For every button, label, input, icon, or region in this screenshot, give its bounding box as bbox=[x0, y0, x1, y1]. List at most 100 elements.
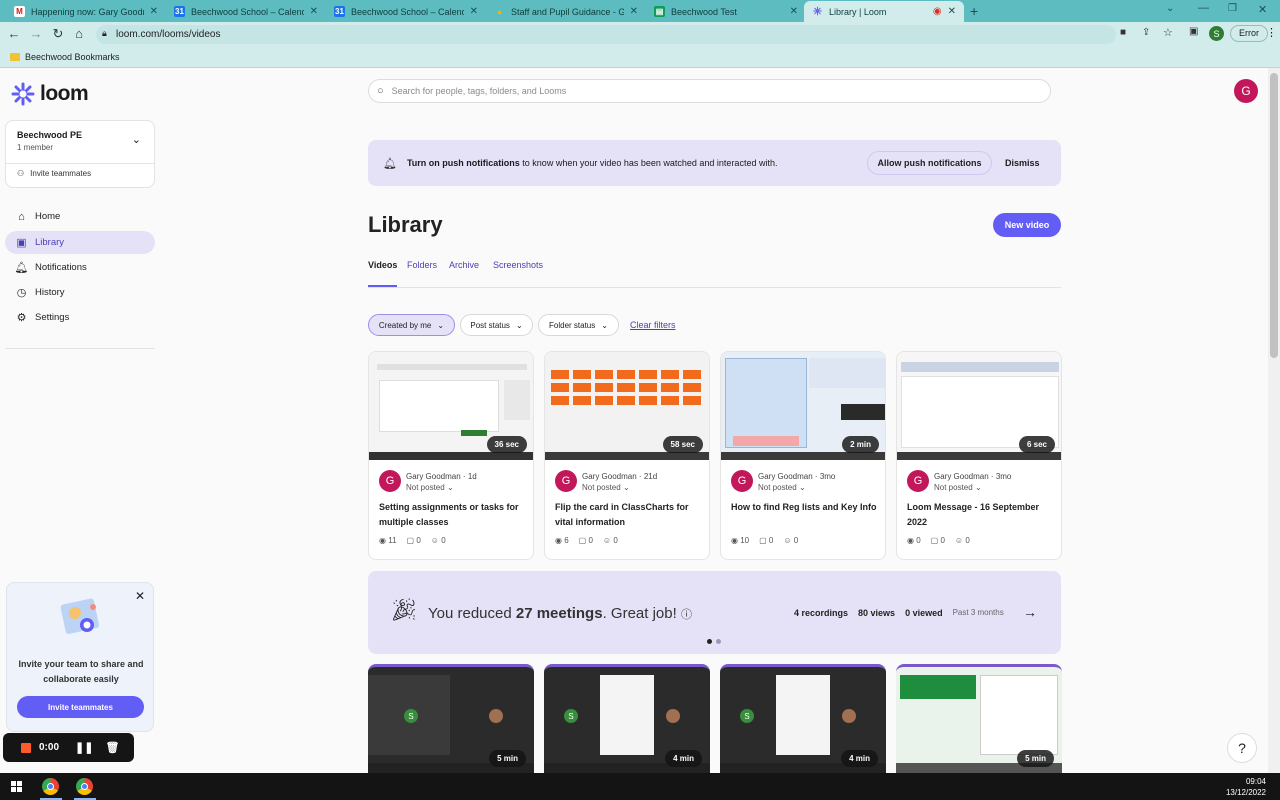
profile-avatar[interactable]: S bbox=[1209, 26, 1224, 41]
carousel-dot[interactable] bbox=[707, 639, 712, 644]
url-bar[interactable]: 🔒︎ loom.com/looms/videos bbox=[96, 25, 1116, 44]
forward-icon[interactable]: → bbox=[27, 26, 45, 41]
close-tab-icon[interactable]: ✕ bbox=[630, 6, 638, 17]
browser-tab[interactable]: 31 Beechwood School – Calendar ✕ bbox=[166, 1, 326, 22]
video-thumbnail[interactable]: 6 sec bbox=[897, 352, 1061, 460]
scrollbar-thumb[interactable] bbox=[1270, 73, 1278, 358]
close-window-icon[interactable]: ✕ bbox=[1258, 3, 1267, 16]
sidebar-item-home[interactable]: ⌂ Home bbox=[5, 205, 155, 228]
video-card[interactable]: 2 min G Gary Goodman · 3mo Not posted ⌄ … bbox=[720, 351, 886, 560]
trash-icon[interactable]: 🗑︎ bbox=[105, 741, 119, 754]
windows-start-icon[interactable] bbox=[11, 781, 22, 792]
browser-tab[interactable]: ▤ Beechwood Test ✕ bbox=[646, 1, 806, 22]
sidebar-item-settings[interactable]: ⚙ Settings bbox=[5, 306, 155, 329]
video-card[interactable]: 58 sec G Gary Goodman · 21d Not posted ⌄… bbox=[544, 351, 710, 560]
post-status-label: Not posted bbox=[934, 483, 973, 492]
new-video-button[interactable]: New video bbox=[993, 213, 1061, 237]
reload-icon[interactable]: ↻ bbox=[49, 26, 67, 42]
chevron-down-icon[interactable]: ⌄ bbox=[132, 133, 141, 146]
chrome-icon[interactable] bbox=[76, 778, 93, 795]
browser-tab[interactable]: ▲ Staff and Pupil Guidance - Goog ✕ bbox=[486, 1, 646, 22]
back-icon[interactable]: ← bbox=[5, 26, 23, 41]
sidebar-item-history[interactable]: ◷ History bbox=[5, 281, 155, 304]
close-icon[interactable]: ✕ bbox=[135, 589, 145, 603]
avatar[interactable]: G bbox=[1234, 79, 1258, 103]
video-card[interactable]: 6 sec G Gary Goodman · 3mo Not posted ⌄ … bbox=[896, 351, 1062, 560]
browser-tab-active[interactable]: ✳ Library | Loom ◉ ✕ bbox=[804, 1, 964, 22]
comments-count: 0 bbox=[416, 536, 421, 545]
video-thumbnail[interactable]: 2 min bbox=[721, 352, 885, 460]
video-card[interactable]: 36 sec G Gary Goodman · 1d Not posted ⌄ … bbox=[368, 351, 534, 560]
allow-push-button[interactable]: Allow push notifications bbox=[867, 151, 992, 175]
pause-icon[interactable]: ❚❚ bbox=[75, 741, 93, 754]
post-status[interactable]: Not posted ⌄ bbox=[406, 483, 454, 492]
video-stats: ◉ 10 ▢ 0 ☺ 0 bbox=[731, 536, 798, 545]
close-tab-icon[interactable]: ✕ bbox=[470, 6, 478, 17]
video-thumbnail[interactable]: 58 sec bbox=[545, 352, 709, 460]
video-card[interactable]: S 5 min bbox=[368, 664, 534, 773]
arrow-right-icon[interactable]: → bbox=[1023, 604, 1037, 620]
video-title[interactable]: How to find Reg lists and Key Info bbox=[731, 500, 879, 515]
clear-filters-link[interactable]: Clear filters bbox=[630, 320, 676, 330]
video-card[interactable]: S 4 min bbox=[720, 664, 886, 773]
video-title[interactable]: Setting assignments or tasks for multipl… bbox=[379, 500, 527, 530]
tab-folders[interactable]: Folders bbox=[407, 260, 437, 270]
sidebar-item-notifications[interactable]: 🔔︎ Notifications bbox=[5, 256, 155, 279]
tab-videos[interactable]: Videos bbox=[368, 260, 397, 270]
invite-teammates-link[interactable]: ⚇ Invite teammates bbox=[17, 169, 91, 178]
close-tab-icon[interactable]: ✕ bbox=[790, 6, 798, 17]
bookmark-folder[interactable]: Beechwood Bookmarks bbox=[25, 52, 120, 62]
close-tab-icon[interactable]: ✕ bbox=[310, 6, 318, 17]
menu-icon[interactable]: ⋮ bbox=[1266, 26, 1277, 39]
video-card[interactable]: S 4 min bbox=[544, 664, 710, 773]
sidepanel-icon[interactable]: ▣ bbox=[1189, 26, 1198, 37]
close-tab-icon[interactable]: ✕ bbox=[150, 6, 158, 17]
info-icon[interactable]: ⓘ bbox=[681, 609, 692, 621]
video-age: 1d bbox=[467, 472, 477, 481]
video-title[interactable]: Loom Message - 16 September 2022 bbox=[907, 500, 1055, 530]
sidebar-item-library[interactable]: ▣ Library bbox=[5, 231, 155, 254]
minimize-icon[interactable]: — bbox=[1198, 2, 1209, 14]
post-status[interactable]: Not posted ⌄ bbox=[934, 483, 982, 492]
restore-icon[interactable]: ❐ bbox=[1228, 3, 1237, 14]
invite-teammates-button[interactable]: Invite teammates bbox=[17, 696, 144, 718]
system-clock[interactable]: 09:04 13/12/2022 bbox=[1226, 776, 1266, 798]
browser-tab[interactable]: M Happening now: Gary Goodman ✕ bbox=[6, 1, 166, 22]
video-thumbnail[interactable]: 36 sec bbox=[369, 352, 533, 460]
post-status[interactable]: Not posted ⌄ bbox=[582, 483, 630, 492]
camera-icon[interactable]: ■ bbox=[1120, 27, 1126, 38]
video-title[interactable]: Flip the card in ClassCharts for vital i… bbox=[555, 500, 703, 530]
dismiss-button[interactable]: Dismiss bbox=[1005, 151, 1040, 175]
new-tab-icon[interactable]: + bbox=[970, 3, 978, 19]
scrollbar[interactable] bbox=[1268, 68, 1280, 773]
tab-search-icon[interactable]: ⌄ bbox=[1166, 3, 1174, 14]
tab-archive[interactable]: Archive bbox=[449, 260, 479, 270]
sidebar-item-label: Home bbox=[35, 211, 61, 222]
promo-text: Invite your team to share and collaborat… bbox=[18, 659, 144, 684]
error-badge[interactable]: Error bbox=[1230, 25, 1268, 42]
thumb-bar bbox=[369, 452, 533, 460]
home-browser-icon[interactable]: ⌂ bbox=[70, 26, 88, 41]
filter-post-status[interactable]: Post status ⌄ bbox=[460, 314, 533, 336]
star-icon[interactable]: ☆ bbox=[1163, 26, 1173, 39]
filter-folder-status[interactable]: Folder status ⌄ bbox=[538, 314, 619, 336]
workspace-name[interactable]: Beechwood PE bbox=[17, 130, 82, 140]
search-input[interactable]: ○ Search for people, tags, folders, and … bbox=[368, 79, 1051, 103]
browser-tab[interactable]: 31 Beechwood School – Calendar ✕ bbox=[326, 1, 486, 22]
carousel-dot[interactable] bbox=[716, 639, 721, 644]
emoji-icon: ☺ bbox=[602, 536, 612, 545]
filter-label: Post status bbox=[470, 320, 510, 330]
loom-logo[interactable]: loom bbox=[11, 82, 89, 106]
post-status[interactable]: Not posted ⌄ bbox=[758, 483, 806, 492]
stop-record-button[interactable] bbox=[21, 742, 31, 753]
views-count: 0 bbox=[916, 536, 921, 545]
calendar-icon: 31 bbox=[334, 6, 345, 17]
tab-screenshots[interactable]: Screenshots bbox=[493, 260, 543, 270]
filter-created-by-me[interactable]: Created by me ⌄ bbox=[368, 314, 455, 336]
party-popper-icon: 🎉︎ bbox=[390, 597, 418, 622]
help-button[interactable]: ? bbox=[1227, 733, 1257, 763]
close-tab-icon[interactable]: ✕ bbox=[948, 6, 956, 17]
video-card[interactable]: 5 min bbox=[896, 664, 1062, 773]
chrome-icon[interactable] bbox=[42, 778, 59, 795]
share-icon[interactable]: ⇪ bbox=[1142, 27, 1150, 38]
